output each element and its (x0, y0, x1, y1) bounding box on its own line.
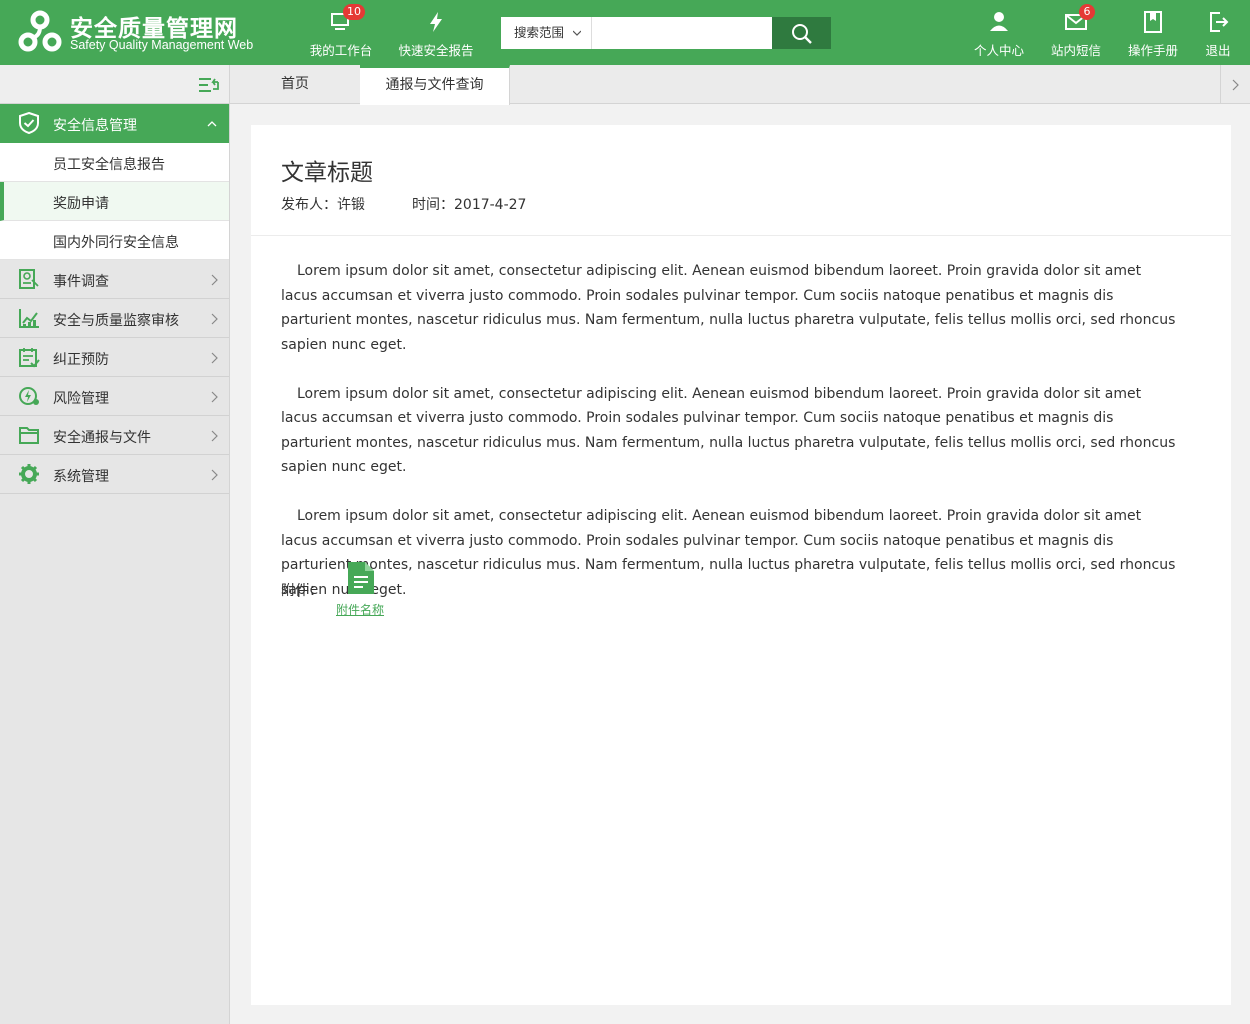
sidebar-item-label: 安全通报与文件 (53, 430, 151, 446)
sidebar-group-label: 安全信息管理 (53, 118, 137, 134)
sidebar: 安全信息管理 员工安全信息报告 奖励申请 国内外同行安全信息 事件调查 安全与质… (0, 65, 230, 1024)
search-bar: 搜索范围 (501, 17, 831, 49)
article-panel: 文章标题 发布人：许锻 时间：2017-4-27 Lorem ipsum dol… (251, 125, 1231, 1005)
chevron-right-icon (1232, 79, 1239, 91)
search-icon (792, 24, 812, 44)
tab-bar: 首页 通报与文件查询 (230, 65, 1250, 105)
nav-manual[interactable]: 操作手册 (1122, 0, 1184, 65)
article-paragraph: Lorem ipsum dolor sit amet, consectetur … (281, 263, 1176, 353)
article-paragraph: Lorem ipsum dolor sit amet, consectetur … (281, 385, 1176, 476)
tab-home[interactable]: 首页 (230, 65, 361, 104)
brand-subtitle: Safety Quality Management Web (70, 38, 254, 52)
chevron-up-icon (207, 121, 217, 127)
calendar-check-icon (19, 348, 40, 368)
nav-label: 快速安全报告 (398, 43, 474, 58)
logo-icon (18, 10, 62, 52)
search-button[interactable] (772, 17, 831, 49)
sidebar-sub-industry-safety-info[interactable]: 国内外同行安全信息 (0, 221, 229, 260)
chevron-right-icon (211, 313, 218, 325)
sidebar-sub-reward-application[interactable]: 奖励申请 (0, 182, 229, 221)
nav-label: 退出 (1205, 43, 1231, 58)
workbench-badge: 10 (343, 4, 365, 20)
sidebar-toolbar (0, 65, 229, 104)
article-header: 文章标题 发布人：许锻 时间：2017-4-27 (251, 125, 1231, 236)
nav-my-workbench[interactable]: 10 我的工作台 (305, 0, 377, 65)
audit-chart-icon (19, 309, 39, 328)
sidebar-sub-label: 奖励申请 (53, 196, 109, 212)
chevron-right-icon (211, 391, 218, 403)
tab-bulletin-query[interactable]: 通报与文件查询 (360, 65, 510, 105)
collapse-menu-icon[interactable] (199, 76, 219, 94)
chevron-right-icon (211, 352, 218, 364)
article-body: Lorem ipsum dolor sit amet, consectetur … (281, 259, 1181, 627)
shield-check-icon (19, 112, 39, 134)
article-time: 时间：2017-4-27 (412, 197, 527, 213)
investigation-icon (19, 269, 39, 289)
chevron-right-icon (211, 469, 218, 481)
article-paragraph: Lorem ipsum dolor sit amet, consectetur … (281, 508, 1176, 598)
nav-label: 个人中心 (973, 43, 1024, 58)
sidebar-item-label: 系统管理 (53, 469, 109, 485)
sidebar-item-label: 安全与质量监察审核 (53, 313, 179, 329)
nav-label: 我的工作台 (309, 43, 373, 58)
sidebar-item-corrective[interactable]: 纠正预防 (0, 338, 229, 377)
chevron-down-icon (573, 30, 581, 36)
sidebar-sub-label: 员工安全信息报告 (53, 157, 165, 173)
sidebar-item-label: 风险管理 (53, 391, 109, 407)
search-scope-select[interactable]: 搜索范围 (501, 17, 592, 49)
nav-label: 站内短信 (1050, 43, 1101, 58)
sidebar-item-investigation[interactable]: 事件调查 (0, 260, 229, 299)
gear-icon (19, 464, 39, 484)
article-publisher: 发布人：许锻 (281, 197, 365, 213)
attachment-label: 附件： (281, 583, 323, 599)
nav-messages[interactable]: 6 站内短信 (1045, 0, 1107, 65)
user-icon (990, 12, 1008, 31)
sidebar-item-label: 纠正预防 (53, 352, 109, 368)
risk-icon (19, 387, 39, 405)
sidebar-group-safety-info[interactable]: 安全信息管理 (0, 104, 229, 143)
attachment-link[interactable]: 附件名称 (336, 601, 384, 618)
search-scope-label: 搜索范围 (514, 25, 565, 40)
chevron-right-icon (211, 430, 218, 442)
chevron-right-icon (211, 274, 218, 286)
sidebar-item-bulletins[interactable]: 安全通报与文件 (0, 416, 229, 455)
file-document-icon[interactable] (348, 562, 374, 594)
sidebar-item-risk[interactable]: 风险管理 (0, 377, 229, 416)
sidebar-item-label: 事件调查 (53, 274, 109, 290)
logout-icon (1210, 12, 1229, 32)
tab-scroll-right-button[interactable] (1220, 65, 1250, 104)
article-title: 文章标题 (281, 160, 373, 186)
lightning-icon (430, 12, 442, 32)
top-header: 安全质量管理网 Safety Quality Management Web 10… (0, 0, 1250, 65)
sidebar-sub-label: 国内外同行安全信息 (53, 235, 179, 251)
folder-icon (19, 427, 39, 444)
nav-label: 操作手册 (1127, 43, 1178, 58)
search-input[interactable] (592, 17, 772, 49)
sidebar-item-system[interactable]: 系统管理 (0, 455, 229, 494)
manual-icon (1144, 11, 1162, 33)
nav-logout[interactable]: 退出 (1196, 0, 1240, 65)
sidebar-item-audit[interactable]: 安全与质量监察审核 (0, 299, 229, 338)
nav-personal-center[interactable]: 个人中心 (968, 0, 1030, 65)
messages-badge: 6 (1079, 4, 1095, 20)
nav-quick-report[interactable]: 快速安全报告 (396, 0, 476, 65)
sidebar-sub-employee-report[interactable]: 员工安全信息报告 (0, 143, 229, 182)
